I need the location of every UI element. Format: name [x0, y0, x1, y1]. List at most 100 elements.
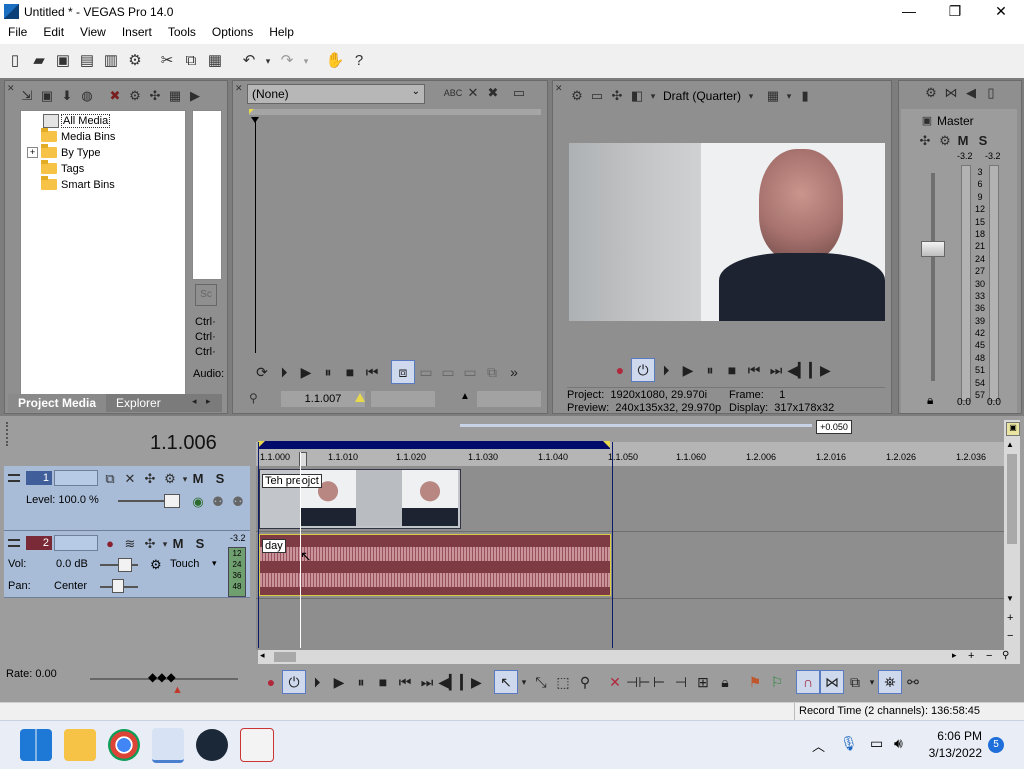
vegas-icon[interactable]: [152, 727, 184, 763]
master-settings-icon[interactable]: ⚙: [935, 131, 955, 151]
audio-track-header[interactable]: 2 ● ≋ ✣ ▾ M S Vol: 0.0 dB ⚙ Touch ▾ Pan:…: [4, 531, 250, 598]
clock-date[interactable]: 3/13/2022: [922, 746, 982, 760]
settings-icon[interactable]: ⚙: [124, 50, 146, 72]
video-clip[interactable]: Teh preojct: [259, 469, 461, 529]
scroll-right-icon[interactable]: ▸: [952, 650, 957, 661]
insert-region-icon[interactable]: ⚐: [766, 671, 788, 693]
split-screen-icon[interactable]: ◧: [627, 86, 647, 106]
scroll-up-icon[interactable]: ▲: [1006, 440, 1014, 449]
arm-record-icon[interactable]: ●: [100, 534, 120, 554]
remove-icon[interactable]: ✖: [105, 86, 125, 106]
volume-slider-handle[interactable]: [118, 558, 132, 572]
tab-project-media[interactable]: Project Media: [8, 394, 107, 412]
loop-region-bar[interactable]: [258, 441, 610, 449]
split-dropdown-icon[interactable]: ▾: [647, 86, 659, 106]
lock-envelopes-icon[interactable]: ⛯: [878, 670, 902, 694]
import-media-icon[interactable]: ⇲: [17, 86, 37, 106]
expand-icon[interactable]: +: [27, 147, 38, 158]
automation-icon[interactable]: ⚙: [150, 557, 162, 573]
menu-tools[interactable]: Tools: [160, 24, 204, 44]
video-track-header[interactable]: 1 ⧉ ✕ ✣ ⚙ ▾ M S Level: 100.0 % ◉ ⚉ ⚉: [4, 466, 250, 531]
horizontal-scrollbar[interactable]: ◂ ▸ + − ⚲: [258, 650, 1020, 664]
downmix-icon[interactable]: ⋈: [941, 83, 961, 103]
audio-solo-button[interactable]: S: [192, 536, 208, 552]
delete-icon[interactable]: ✕: [604, 671, 626, 693]
paste-icon[interactable]: ▦: [204, 50, 226, 72]
split-icon[interactable]: ⊞: [692, 671, 714, 693]
preview-quality[interactable]: Draft (Quarter): [659, 89, 745, 103]
out-point-field[interactable]: [477, 391, 541, 407]
record-icon[interactable]: ●: [609, 359, 631, 381]
next-frame-icon[interactable]: ▎▶: [460, 671, 482, 693]
snapping-icon[interactable]: ∩: [796, 670, 820, 694]
dim-icon[interactable]: ◀: [961, 83, 981, 103]
stop-icon[interactable]: ■: [339, 361, 361, 383]
play-from-start-icon[interactable]: ⏵: [306, 671, 328, 693]
loop-end-icon[interactable]: [603, 441, 610, 448]
automation-dropdown-icon[interactable]: ▾: [212, 558, 217, 569]
insert-marker-icon[interactable]: ⚑: [744, 671, 766, 693]
fx-dropdown-icon[interactable]: ▾: [160, 534, 170, 554]
split-icon[interactable]: ✣: [607, 86, 627, 106]
play-from-start-icon[interactable]: ⏵: [655, 359, 677, 381]
track-settings-icon[interactable]: ⚙: [160, 469, 180, 489]
cut-icon[interactable]: ✂: [156, 50, 178, 72]
chrome-icon[interactable]: [108, 729, 140, 761]
tree-item-by-type[interactable]: + By Type: [21, 144, 185, 161]
normal-edit-tool-icon[interactable]: ↖: [494, 670, 518, 694]
close-panel-icon[interactable]: ✕: [555, 83, 563, 94]
clock-time[interactable]: 6:06 PM: [922, 729, 982, 743]
loop-icon[interactable]: ⟳: [251, 361, 273, 383]
go-to-end-icon[interactable]: ⏭: [416, 671, 438, 693]
play-icon[interactable]: ▶: [677, 359, 699, 381]
insert-icon[interactable]: ▭: [437, 361, 459, 383]
redo-dropdown-icon[interactable]: ▾: [300, 50, 312, 72]
play-from-start-icon[interactable]: ⏵: [273, 361, 295, 383]
ripple-edit-icon[interactable]: ⧉: [844, 671, 866, 693]
add-to-timeline-icon[interactable]: ⧈: [391, 360, 415, 384]
pause-icon[interactable]: ⏸: [350, 671, 372, 693]
play-icon[interactable]: ▶: [295, 361, 317, 383]
lock-icon[interactable]: 🔒︎: [714, 671, 736, 693]
next-frame-icon[interactable]: ▎▶: [809, 359, 831, 381]
media-fx-icon[interactable]: ⚙: [125, 86, 145, 106]
previous-frame-icon[interactable]: ◀▎: [787, 359, 809, 381]
tab-scroll-right-icon[interactable]: ▸: [206, 396, 211, 407]
copy-icon[interactable]: ⧉: [180, 50, 202, 72]
tree-item-tags[interactable]: Tags: [21, 160, 185, 177]
save-as-icon[interactable]: ▤: [76, 50, 98, 72]
ripple-dropdown-icon[interactable]: ▾: [866, 671, 878, 693]
in-point-icon[interactable]: [355, 393, 365, 402]
envelope-tool-icon[interactable]: ⤡: [530, 671, 552, 693]
trimmer-menu-icon[interactable]: ▭: [509, 83, 529, 103]
tree-item-all-media[interactable]: All Media: [21, 113, 185, 129]
tab-scroll-left-icon[interactable]: ◂: [192, 396, 197, 407]
windows-start-icon[interactable]: [20, 729, 52, 761]
delete-icon[interactable]: ✕: [463, 83, 483, 103]
overwrite-icon[interactable]: ▭: [415, 361, 437, 383]
marker-icon[interactable]: ▣: [1006, 422, 1020, 436]
web-icon[interactable]: ◍: [77, 86, 97, 106]
previous-frame-icon[interactable]: ◀▎: [438, 671, 460, 693]
master-mute-button[interactable]: M: [955, 133, 971, 149]
zoom-tool-icon[interactable]: ⚲: [1002, 650, 1009, 661]
edit-tool-dropdown-icon[interactable]: ▾: [518, 671, 530, 693]
steam-icon[interactable]: [196, 729, 228, 761]
scroll-down-icon[interactable]: ▼: [1006, 594, 1014, 603]
spell-icon[interactable]: ABC: [443, 83, 463, 103]
track-fx-icon[interactable]: ✣: [140, 534, 160, 554]
master-solo-button[interactable]: S: [975, 133, 991, 149]
document-app-icon[interactable]: [240, 728, 274, 762]
track-fx-icon[interactable]: ✣: [140, 469, 160, 489]
loop-icon[interactable]: ⏻: [282, 670, 306, 694]
trim-icon[interactable]: ⊣⊢: [626, 671, 650, 693]
menu-insert[interactable]: Insert: [114, 24, 160, 44]
trim-end-icon[interactable]: ⊣: [670, 671, 692, 693]
scroll-thumb[interactable]: [1007, 454, 1017, 544]
go-to-end-icon[interactable]: ⏭: [765, 359, 787, 381]
menu-options[interactable]: Options: [204, 24, 261, 44]
tab-explorer[interactable]: Explorer: [106, 394, 171, 412]
auto-crossfade-icon[interactable]: ⋈: [820, 670, 844, 694]
menu-edit[interactable]: Edit: [35, 24, 72, 44]
get-media-icon[interactable]: ⬇: [57, 86, 77, 106]
